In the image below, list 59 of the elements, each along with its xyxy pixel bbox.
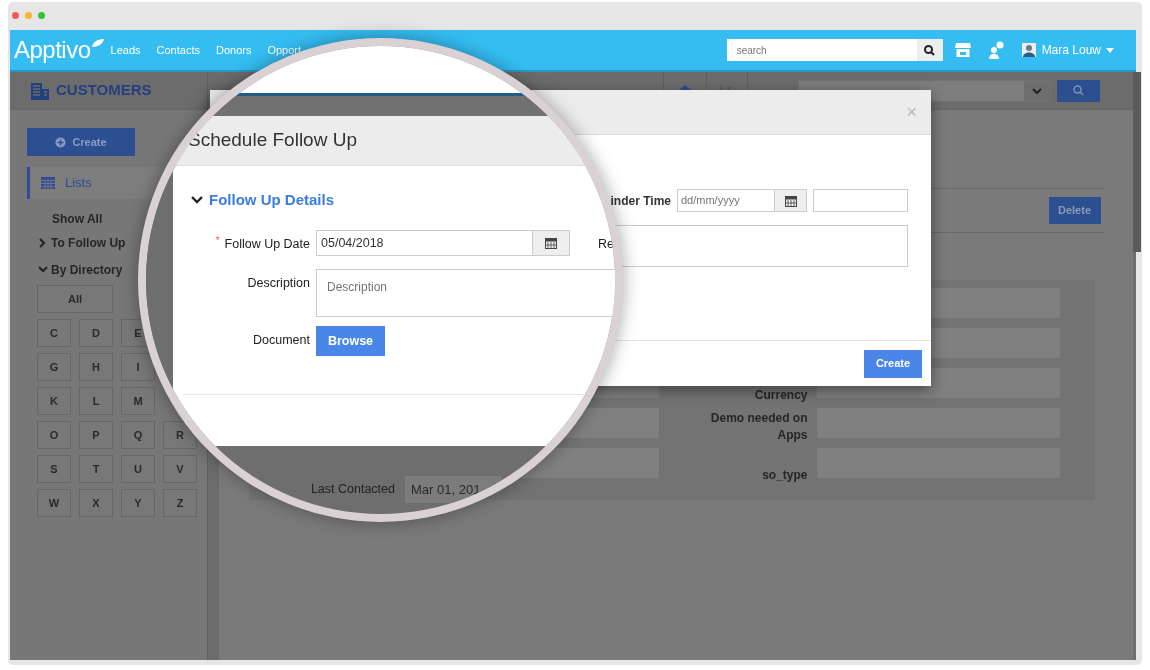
letter-filter-button[interactable]: All — [37, 285, 113, 313]
building-icon — [30, 80, 50, 101]
description-field[interactable]: Description — [316, 269, 615, 317]
table-icon — [41, 177, 55, 189]
leaf-icon — [90, 38, 105, 48]
field-label: Follow Up Date — [224, 236, 310, 253]
letter-filter-button[interactable]: S — [37, 455, 71, 483]
field-label: Currency — [753, 387, 808, 404]
field-label: Demo needed on Apps — [709, 410, 808, 444]
show-all-link[interactable]: Show All — [52, 210, 103, 228]
window-control-dot[interactable] — [25, 12, 32, 19]
field-label: Re — [597, 236, 614, 253]
letter-filter-button[interactable]: H — [79, 353, 113, 381]
time-field[interactable] — [813, 189, 908, 212]
letter-filter-button[interactable]: W — [37, 489, 71, 517]
field-label: inder Time — [610, 192, 671, 210]
calendar-icon — [545, 237, 557, 249]
letter-filter-button[interactable]: C — [37, 319, 71, 347]
letter-filter-button[interactable]: P — [79, 421, 113, 449]
field-label: Last Contacted — [309, 481, 395, 499]
app-logo[interactable]: Apptivo — [14, 38, 91, 62]
letter-filter-button[interactable]: G — [37, 353, 71, 381]
date-field[interactable]: Mar 01, 201 — [405, 476, 501, 503]
nav-link[interactable]: Leads — [110, 41, 141, 59]
close-button[interactable]: × — [906, 103, 917, 121]
letter-filter-button[interactable]: O — [37, 421, 71, 449]
create-button[interactable]: Create — [27, 128, 135, 156]
create-button[interactable]: Create — [864, 349, 922, 378]
delete-button[interactable]: Delete — [1048, 197, 1101, 224]
window-control-dot[interactable] — [12, 12, 19, 19]
section-title: CUSTOMERS — [56, 80, 152, 101]
field-label: Document — [252, 332, 310, 349]
date-picker[interactable]: dd/mm/yyyy — [677, 189, 807, 212]
store-icon[interactable] — [954, 42, 971, 58]
field-label: Description — [246, 275, 310, 292]
search-icon — [924, 44, 936, 56]
letter-filter-button[interactable]: K — [37, 387, 71, 415]
caret-icon[interactable] — [1106, 47, 1114, 53]
chevron-down-icon — [1031, 86, 1042, 95]
user-name[interactable]: Mara Louw — [1041, 41, 1101, 59]
calendar-button[interactable] — [532, 231, 569, 255]
browse-button[interactable]: Browse — [316, 326, 385, 356]
calendar-icon — [784, 194, 797, 207]
required-marker: * — [215, 234, 220, 248]
letter-filter-button[interactable]: L — [79, 387, 113, 415]
people-icon[interactable] — [988, 41, 1005, 59]
calendar-button[interactable] — [774, 190, 806, 211]
scrollbar-thumb[interactable] — [1132, 72, 1141, 252]
letter-filter-button[interactable]: D — [79, 319, 113, 347]
date-picker[interactable]: 05/04/2018 — [316, 230, 570, 256]
avatar-icon[interactable] — [1021, 43, 1036, 57]
window-control-dot[interactable] — [38, 12, 45, 19]
search-button[interactable] — [916, 39, 943, 61]
field-label: so_type — [761, 467, 808, 484]
search-icon — [1072, 85, 1084, 96]
plus-circle-icon — [55, 136, 67, 148]
letter-filter-button[interactable]: T — [79, 455, 113, 483]
search-field[interactable]: search — [726, 39, 917, 61]
letter-filter-button[interactable]: X — [79, 489, 113, 517]
